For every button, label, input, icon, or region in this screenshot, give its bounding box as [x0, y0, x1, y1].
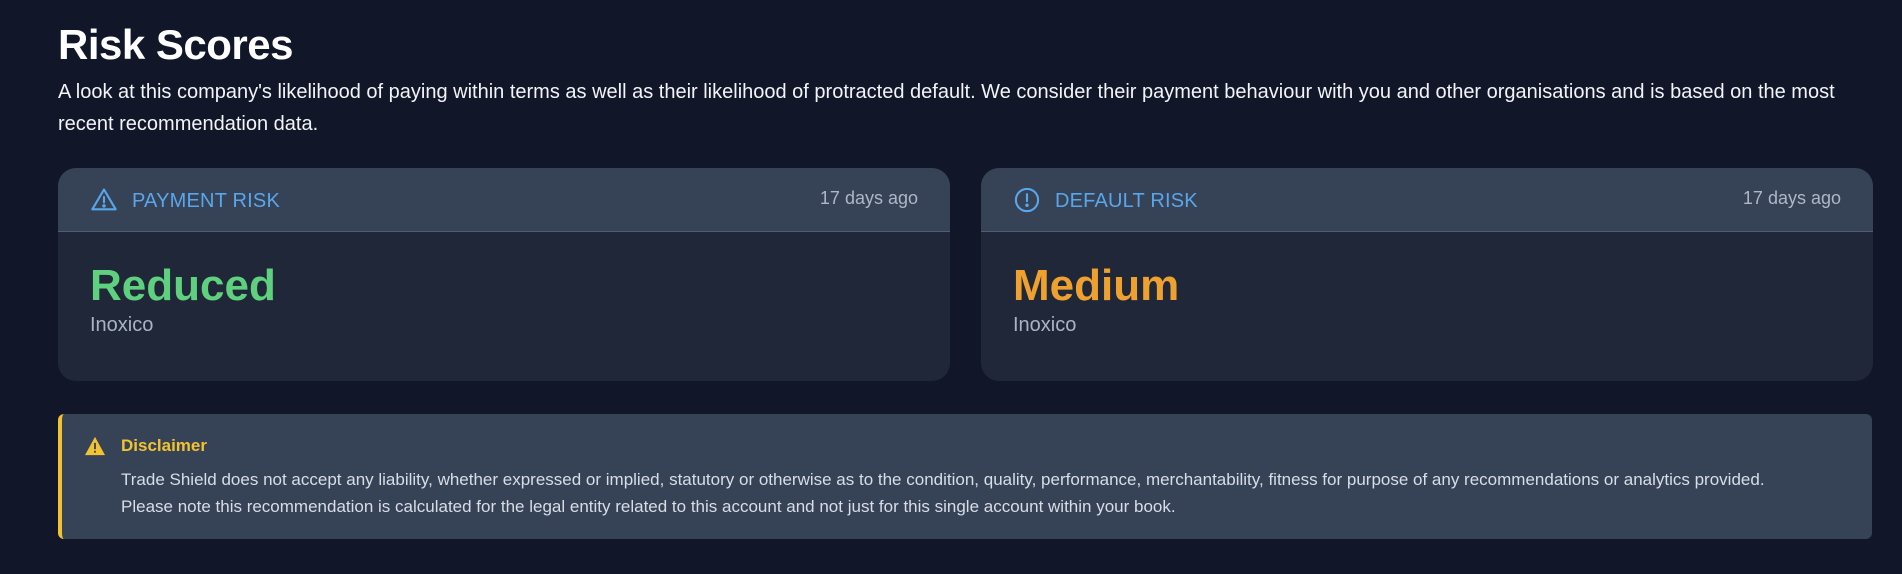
entity-name: Inoxico — [90, 314, 154, 336]
card-timestamp: 17 days ago — [819, 188, 918, 208]
card-label: DEFAULT RISK — [1055, 190, 1198, 212]
card-label: PAYMENT RISK — [132, 190, 280, 212]
warning-filled-icon — [85, 436, 105, 456]
card-timestamp: 17 days ago — [1742, 188, 1841, 208]
disclaimer-text: Trade Shield does not accept any liabili… — [121, 470, 1765, 516]
alert-circle-icon — [1014, 187, 1040, 213]
risk-score-value: Medium — [1013, 261, 1180, 310]
risk-cards: PAYMENT RISK 17 days ago Reduced Inoxico… — [58, 168, 1873, 381]
card-header: DEFAULT RISK 17 days ago — [981, 168, 1873, 232]
disclaimer-banner: Disclaimer Trade Shield does not accept … — [58, 414, 1872, 539]
entity-name: Inoxico — [1013, 314, 1077, 336]
default-risk-card: DEFAULT RISK 17 days ago Medium Inoxico — [981, 168, 1873, 381]
page-description: A look at this company's likelihood of p… — [58, 81, 1835, 135]
card-header: PAYMENT RISK 17 days ago — [58, 168, 950, 232]
risk-scores-page: Risk Scores A look at this company's lik… — [58, 20, 1873, 539]
warning-triangle-icon — [91, 188, 117, 211]
risk-score-value: Reduced — [90, 261, 276, 310]
payment-risk-card: PAYMENT RISK 17 days ago Reduced Inoxico — [58, 168, 950, 381]
page-title: Risk Scores — [58, 21, 293, 68]
disclaimer-title: Disclaimer — [121, 436, 207, 455]
